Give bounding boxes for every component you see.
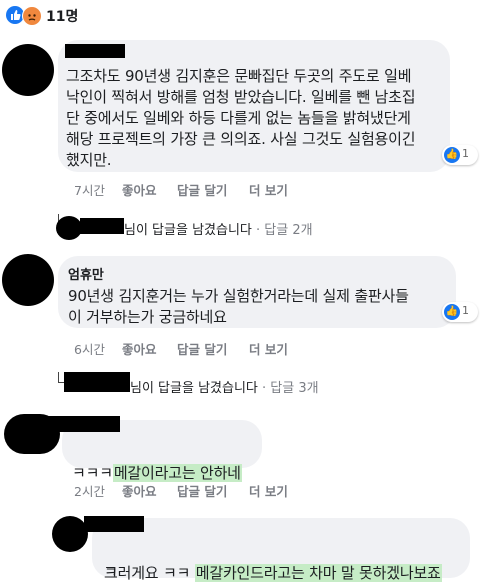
avatar[interactable] [2,44,54,96]
reply-button[interactable]: 답글 달기 [177,481,227,500]
reply-summary[interactable]: 님이 답글을 남겼습니다 · 답글 2개 [124,219,313,238]
like-button[interactable]: 좋아요 [122,180,157,199]
avatar[interactable] [2,254,54,306]
reaction-count[interactable]: 11명 [46,6,78,26]
comment-author[interactable]: 엄휴만 [68,264,104,283]
comment-actions: 6시간 좋아요 답글 달기 더 보기 [0,339,480,358]
redacted-name [64,372,130,392]
like-button[interactable]: 좋아요 [122,339,157,358]
like-button[interactable]: 좋아요 [122,481,157,500]
redacted-name [80,218,124,234]
comment-actions: 7시간 좋아요 답글 달기 더 보기 [0,180,480,199]
redacted-author [84,516,144,532]
like-icon: 👍 [444,304,460,320]
angry-icon [22,6,42,26]
comment-text: 그조차도 90년생 김지훈은 문빠집단 두곳의 주도로 일베 낙인이 찍혀서 방… [66,67,416,169]
comment-text: ㅋㅋㅋ메갈이라고는 안하네 [72,464,242,482]
more-button[interactable]: 더 보기 [249,180,288,199]
redacted-author [40,416,120,432]
like-count-badge[interactable]: 👍 1 [442,145,478,165]
comment-text: 90년생 김지훈거는 누가 실험한거라는데 실제 출판사들 이 거부하는가 궁금… [68,287,409,326]
timestamp: 6시간 [74,342,105,357]
comment-actions: 2시간 좋아요 답글 달기 더 보기 [0,481,480,500]
reply-button[interactable]: 답글 달기 [177,339,227,358]
redacted-author [65,44,125,58]
more-button[interactable]: 더 보기 [249,339,288,358]
like-icon: 👍 [444,147,460,163]
reply-button[interactable]: 답글 달기 [177,180,227,199]
reply-summary[interactable]: 님이 답글을 남겼습니다 · 답글 3개 [130,377,319,396]
comment-text-overflow: ㅋ [104,564,118,582]
redacted-avatar [56,216,82,240]
timestamp: 2시간 [74,484,105,499]
timestamp: 7시간 [74,183,105,198]
more-button[interactable]: 더 보기 [249,481,288,500]
like-count-badge[interactable]: 👍 1 [442,302,478,322]
redacted-avatar [52,516,88,552]
